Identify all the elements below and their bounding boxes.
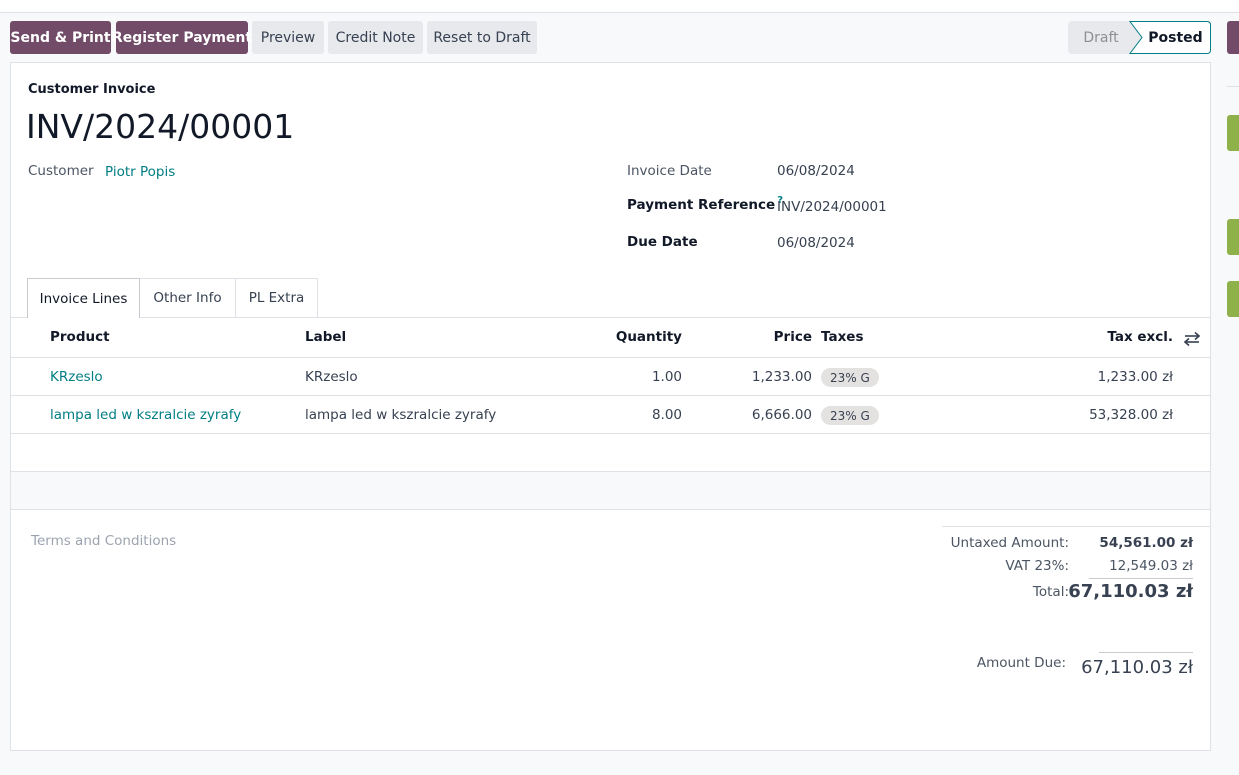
row-divider [11,433,1210,434]
line-quantity[interactable]: 8.00 [582,407,682,423]
column-header-product[interactable]: Product [50,329,110,345]
invoice-number: INV/2024/00001 [26,107,295,146]
amount-due-label: Amount Due: [976,655,1066,671]
row-divider [11,395,1210,396]
invoice-form-sheet: Customer Invoice INV/2024/00001 Customer… [10,62,1211,751]
column-header-quantity[interactable]: Quantity [582,329,682,345]
line-label[interactable]: KRzeslo [305,369,358,385]
line-price[interactable]: 6,666.00 [712,407,812,423]
invoice-date-field[interactable]: 06/08/2024 [777,163,855,179]
line-price[interactable]: 1,233.00 [712,369,812,385]
column-header-taxes[interactable]: Taxes [821,329,863,345]
line-product[interactable]: KRzeslo [50,369,103,385]
terms-conditions-input[interactable]: Terms and Conditions [31,533,176,549]
total-label: Total: [1032,584,1069,600]
tab-other-info[interactable]: Other Info [139,278,236,317]
side-panel-button[interactable] [1227,21,1239,54]
vat-label: VAT 23%: [1005,558,1069,574]
side-stat-button[interactable] [1227,219,1239,255]
line-quantity[interactable]: 1.00 [582,369,682,385]
invoice-date-label: Invoice Date [627,163,712,179]
total-divider [1089,578,1193,579]
total-value: 67,110.03 zł [1068,581,1193,602]
customer-field[interactable]: Piotr Popis [105,164,175,180]
status-bar: Draft Posted [1068,21,1211,54]
totals-divider [942,526,1210,527]
vat-value: 12,549.03 zł [1109,558,1193,574]
payment-reference-label: Payment Reference? [627,195,783,213]
line-label[interactable]: lampa led w kszralcie zyrafy [305,407,496,423]
line-product[interactable]: lampa led w kszralcie zyrafy [50,407,241,423]
tab-pl-extra[interactable]: PL Extra [235,278,318,317]
table-header-divider [11,357,1210,358]
due-date-field[interactable]: 06/08/2024 [777,235,855,251]
table-footer [11,472,1210,509]
side-stat-button[interactable] [1227,281,1239,317]
column-header-tax-excl[interactable]: Tax excl. [1023,329,1173,345]
tax-badge[interactable]: 23% G [821,368,879,387]
register-payment-button[interactable]: Register Payment [112,21,252,54]
payment-reference-field[interactable]: INV/2024/00001 [777,199,887,215]
customer-label: Customer [28,163,94,179]
amount-due-value: 67,110.03 zł [1081,657,1193,678]
line-subtotal: 1,233.00 zł [1097,369,1173,385]
side-stat-button[interactable] [1227,115,1239,151]
optional-columns-icon[interactable] [1184,331,1200,347]
payment-reference-label-text: Payment Reference [627,197,776,213]
amount-due-divider [1099,652,1193,653]
credit-note-button[interactable]: Credit Note [328,21,423,54]
preview-button[interactable]: Preview [252,21,324,54]
column-header-label[interactable]: Label [305,329,346,345]
table-bottom-divider [11,509,1210,510]
tax-badge[interactable]: 23% G [821,406,879,425]
due-date-label: Due Date [627,234,698,250]
move-type-label: Customer Invoice [28,82,156,97]
untaxed-amount-value: 54,561.00 zł [1099,535,1193,551]
line-subtotal: 53,328.00 zł [1089,407,1173,423]
reset-to-draft-button[interactable]: Reset to Draft [427,21,537,54]
send-print-button[interactable]: Send & Print [10,21,111,54]
top-bar [0,0,1239,13]
column-header-price[interactable]: Price [712,329,812,345]
untaxed-amount-label: Untaxed Amount: [950,535,1069,551]
tab-invoice-lines[interactable]: Invoice Lines [27,278,140,318]
tab-divider [11,317,1210,318]
side-divider [1227,86,1239,87]
status-posted[interactable]: Posted [1130,21,1211,54]
